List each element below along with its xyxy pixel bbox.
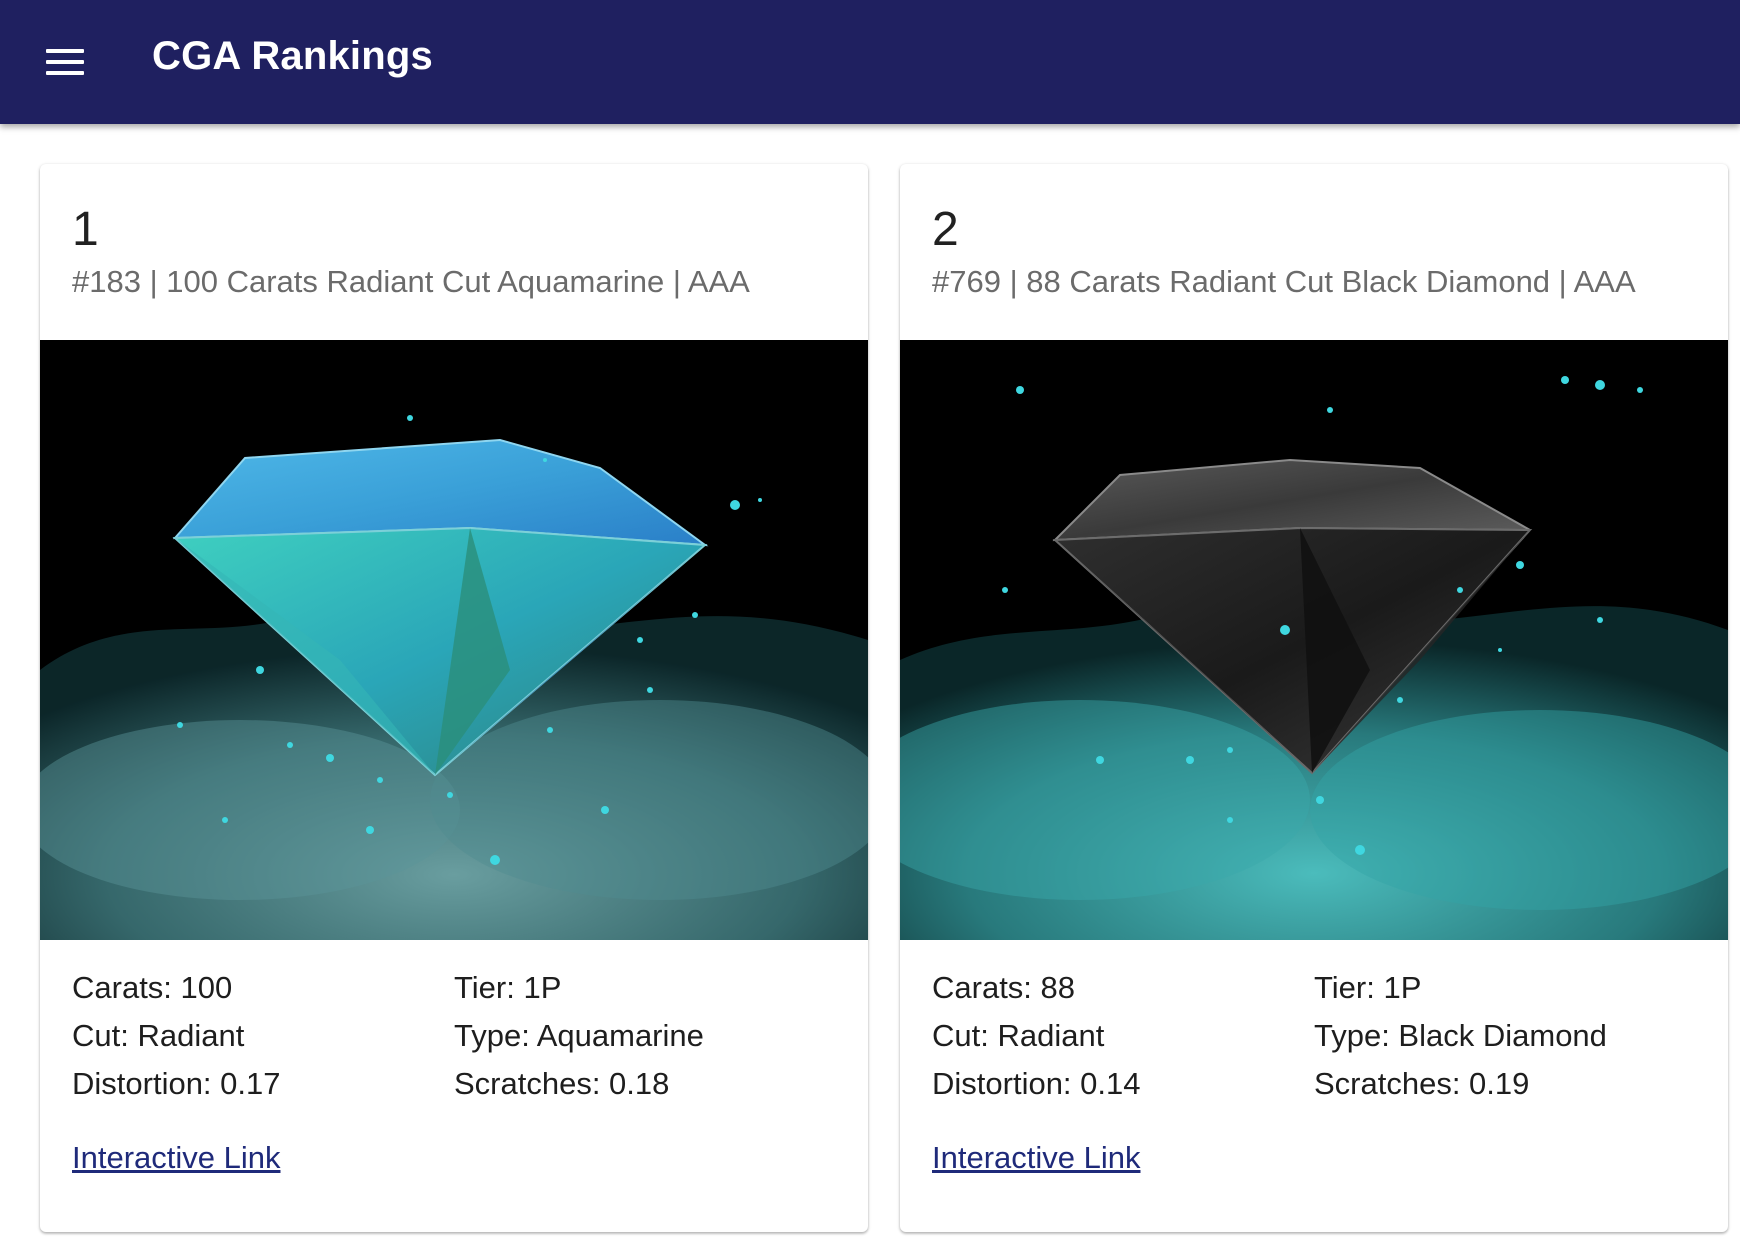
menu-line [46, 49, 84, 53]
interactive-link[interactable]: Interactive Link [932, 1140, 1141, 1176]
cut-value: Cut: Radiant [72, 1018, 245, 1053]
gem-image-aquamarine [40, 340, 868, 940]
carats-value: Carats: 88 [932, 970, 1076, 1005]
gem-attributes: Carats: 88 Tier: 1P Cut: Radiant Type: B… [932, 964, 1712, 1108]
hamburger-menu-icon[interactable] [46, 42, 98, 82]
ranking-card: 1 #183 | 100 Carats Radiant Cut Aquamari… [40, 164, 868, 1232]
gem-image-black-diamond [900, 340, 1728, 940]
gem-subtitle: #769 | 88 Carats Radiant Cut Black Diamo… [932, 264, 1636, 299]
menu-line [46, 60, 84, 64]
black-diamond-gem-illustration [900, 340, 1728, 940]
type-value: Type: Aquamarine [454, 1018, 704, 1053]
distortion-value: Distortion: 0.17 [72, 1066, 281, 1101]
interactive-link[interactable]: Interactive Link [72, 1140, 281, 1176]
rankings-grid: 1 #183 | 100 Carats Radiant Cut Aquamari… [0, 0, 1740, 1248]
carats-value: Carats: 100 [72, 970, 233, 1005]
distortion-value: Distortion: 0.14 [932, 1066, 1141, 1101]
menu-line [46, 71, 84, 75]
page-title: CGA Rankings [152, 34, 433, 78]
gem-attributes: Carats: 100 Tier: 1P Cut: Radiant Type: … [72, 964, 852, 1108]
ranking-card: 2 #769 | 88 Carats Radiant Cut Black Dia… [900, 164, 1728, 1232]
tier-value: Tier: 1P [1314, 970, 1422, 1005]
cut-value: Cut: Radiant [932, 1018, 1105, 1053]
app-bar: CGA Rankings [0, 0, 1740, 124]
scratches-value: Scratches: 0.18 [454, 1066, 670, 1101]
scratches-value: Scratches: 0.19 [1314, 1066, 1530, 1101]
tier-value: Tier: 1P [454, 970, 562, 1005]
rank-number: 2 [932, 203, 959, 256]
rank-number: 1 [72, 203, 99, 256]
aquamarine-gem-illustration [40, 340, 868, 940]
type-value: Type: Black Diamond [1314, 1018, 1607, 1053]
gem-subtitle: #183 | 100 Carats Radiant Cut Aquamarine… [72, 264, 750, 299]
